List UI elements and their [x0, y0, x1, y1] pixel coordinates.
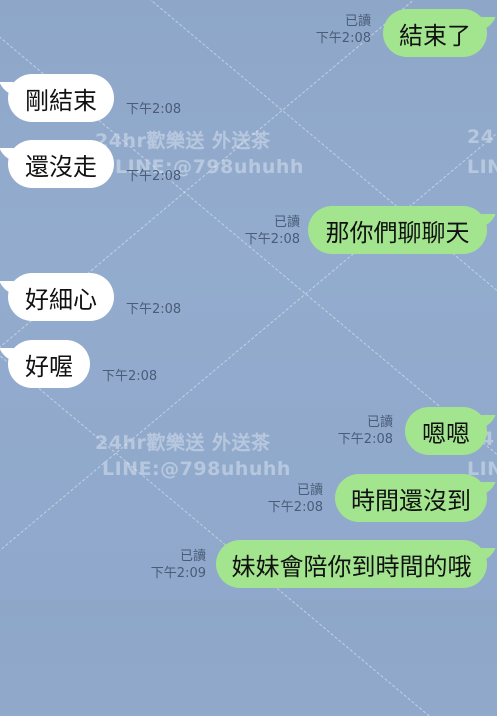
watermark-text: 24hr歡樂送 外送茶: [95, 130, 271, 152]
message-bubble-received[interactable]: 剛結束: [8, 74, 114, 122]
message-bubble-sent[interactable]: 那你們聊聊天: [308, 206, 487, 254]
message-time: 下午2:09: [150, 566, 206, 581]
watermark-text: LIN: [467, 156, 497, 178]
message-meta: 下午2:08: [126, 301, 181, 318]
message-bubble-received[interactable]: 好細心: [8, 273, 114, 321]
message-text: 時間還沒到: [351, 486, 471, 515]
watermark-text: 24hr歡樂送 外送茶: [95, 432, 271, 454]
message-time: 下午2:08: [315, 31, 371, 46]
message-text: 結束了: [399, 21, 471, 50]
message-meta: 下午2:08: [126, 101, 181, 118]
read-receipt: 已讀: [344, 14, 371, 29]
message-time: 下午2:08: [102, 369, 158, 384]
message-text: 嗯嗯: [422, 419, 470, 448]
message-time: 下午2:08: [337, 432, 393, 447]
message-text: 好喔: [25, 352, 73, 381]
read-receipt: 已讀: [296, 483, 323, 498]
message-bubble-received[interactable]: 還沒走: [8, 140, 114, 188]
message-time: 下午2:08: [126, 102, 182, 117]
watermark-text: 24: [467, 126, 495, 148]
message-time: 下午2:08: [267, 500, 323, 515]
message-bubble-sent[interactable]: 時間還沒到: [335, 474, 487, 522]
message-bubble-received[interactable]: 好喔: [8, 340, 90, 388]
read-receipt: 已讀: [179, 549, 206, 564]
read-receipt: 已讀: [273, 215, 300, 230]
message-text: 那你們聊聊天: [325, 218, 470, 247]
message-time: 下午2:08: [244, 232, 300, 247]
message-text: 剛結束: [25, 86, 97, 115]
message-time: 下午2:08: [126, 302, 182, 317]
message-text: 好細心: [25, 285, 97, 314]
message-text: 還沒走: [25, 152, 97, 181]
watermark-line: [79, 0, 497, 391]
message-meta: 已讀 下午2:08: [245, 214, 300, 248]
watermark-line: [0, 0, 421, 381]
message-time: 下午2:08: [126, 169, 182, 184]
message-meta: 下午2:08: [126, 168, 181, 185]
message-meta: 已讀 下午2:08: [338, 414, 393, 448]
chat-screen: { "watermark": { "line1": "24hr歡樂送 外送茶",…: [0, 0, 497, 716]
message-meta: 已讀 下午2:09: [151, 548, 206, 582]
message-meta: 已讀 下午2:08: [316, 13, 371, 47]
message-meta: 已讀 下午2:08: [268, 482, 323, 516]
watermark-text: LINE:@798uhuhh: [102, 458, 291, 480]
message-bubble-sent[interactable]: 妹妹會陪你到時間的哦: [216, 540, 487, 588]
message-bubble-sent[interactable]: 嗯嗯: [405, 407, 487, 455]
message-meta: 下午2:08: [102, 368, 157, 385]
message-bubble-sent[interactable]: 結束了: [383, 9, 487, 57]
message-text: 妹妹會陪你到時間的哦: [231, 552, 472, 581]
read-receipt: 已讀: [366, 415, 393, 430]
